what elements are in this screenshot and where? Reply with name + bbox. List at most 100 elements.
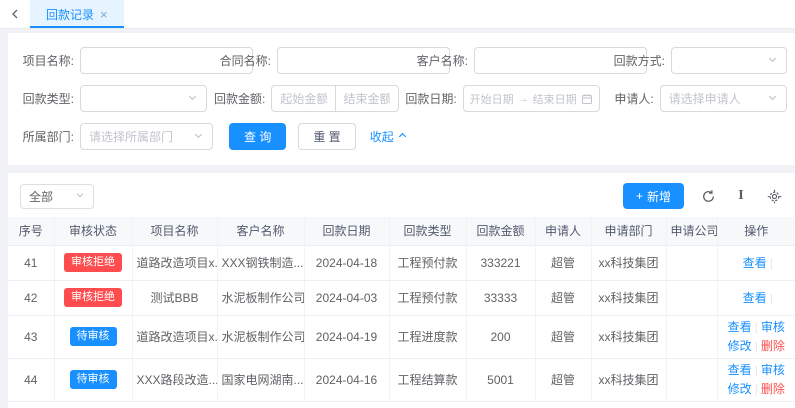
- cell-company: [666, 315, 718, 359]
- column-settings-gear-icon[interactable]: [765, 187, 783, 205]
- cell-status: 审核拒绝: [54, 245, 133, 281]
- cell-company: [666, 280, 718, 316]
- payment-type-select[interactable]: [80, 85, 208, 112]
- collapse-label: 收起: [369, 130, 394, 144]
- view-link[interactable]: 查看: [728, 320, 752, 334]
- edit-link[interactable]: 修改: [728, 339, 752, 353]
- col-customer-name: 客户名称: [217, 217, 305, 246]
- plus-icon: +: [635, 189, 643, 203]
- cell-type: 工程预付款: [389, 280, 467, 316]
- cell-project: 测试BBB: [132, 280, 218, 316]
- table-row: 41 审核拒绝 道路改造项目x... XXX钢铁制造... 2024-04-18…: [8, 245, 795, 281]
- cell-applicant: 超管: [535, 358, 592, 402]
- view-link[interactable]: 查看: [743, 291, 767, 305]
- tab-payment-records[interactable]: 回款记录 ×: [30, 0, 124, 28]
- op-divider: |: [769, 291, 773, 305]
- toolbar-right: + 新增 I: [622, 183, 783, 209]
- cell-project: XXX路段改造...: [132, 358, 218, 402]
- refresh-icon[interactable]: [699, 187, 717, 205]
- cell-type: 工程结算款: [389, 358, 467, 402]
- date-range-picker[interactable]: 开始日期 → 结束日期: [462, 85, 600, 112]
- col-apply-department: 申请部门: [591, 217, 667, 246]
- chevron-down-icon: [187, 90, 198, 108]
- filter-payment-amount: 回款金额:: [207, 85, 399, 112]
- payment-type-label: 回款类型:: [22, 92, 74, 106]
- cell-department: xx科技集团: [591, 245, 667, 281]
- page-content: 项目名称: 合同名称: 客户名称: 回款方式: 回款类型: 回款金额: 起始金额…: [0, 29, 795, 408]
- filter-project-name: 项目名称:: [16, 47, 253, 74]
- department-select[interactable]: 请选择所属部门: [80, 123, 213, 150]
- cell-project: 道路改造项目x...: [132, 315, 218, 359]
- payment-method-select[interactable]: [671, 47, 787, 74]
- contract-name-label: 合同名称:: [219, 54, 271, 68]
- view-link[interactable]: 查看: [743, 256, 767, 270]
- audit-link[interactable]: 审核: [761, 363, 785, 377]
- cell-type: 工程预付款: [389, 245, 467, 281]
- cell-project: 道路改造项目x...: [132, 245, 218, 281]
- audit-link[interactable]: 审核: [761, 320, 785, 334]
- op-divider: |: [769, 256, 773, 270]
- delete-link[interactable]: 删除: [761, 339, 785, 353]
- close-icon[interactable]: ×: [100, 8, 108, 21]
- department-placeholder: 请选择所属部门: [89, 130, 174, 144]
- op-divider: |: [754, 381, 758, 396]
- density-icon[interactable]: I: [732, 187, 750, 205]
- app-window: 回款记录 × 项目名称: 合同名称: 客户名称: 回款方式: 回款类型: 回款金…: [0, 0, 795, 408]
- table-row: 43 待审核 道路改造项目x... 水泥板制作公司 2024-04-19 工程进…: [8, 315, 795, 359]
- cell-applicant: 超管: [535, 280, 592, 316]
- op-divider: |: [754, 319, 758, 334]
- cell-amount: 200: [466, 315, 536, 359]
- filter-row-3: 所属部门: 请选择所属部门 查 询 重 置 收起: [16, 123, 787, 150]
- filter-payment-method: 回款方式:: [607, 47, 787, 74]
- collapse-link[interactable]: 收起: [370, 123, 408, 150]
- cell-date: 2024-04-18: [304, 245, 390, 281]
- chevron-down-icon: [75, 187, 85, 205]
- filter-contract-name: 合同名称:: [213, 47, 450, 74]
- cell-amount: 33333: [466, 280, 536, 316]
- op-divider: |: [754, 338, 758, 353]
- cell-amount: 5001: [466, 358, 536, 402]
- payment-method-label: 回款方式:: [613, 54, 665, 68]
- cell-department: xx科技集团: [591, 280, 667, 316]
- cell-amount: 333221: [466, 245, 536, 281]
- cell-customer: XXX钢铁制造...: [217, 245, 305, 281]
- col-audit-status: 审核状态: [54, 217, 133, 246]
- cell-index: 44: [8, 358, 55, 402]
- cell-department: xx科技集团: [591, 315, 667, 359]
- cell-customer: 水泥板制作公司: [217, 280, 305, 316]
- col-apply-company: 申请公司: [666, 217, 718, 246]
- amount-range: [271, 85, 399, 112]
- cell-operations: 查看 |: [717, 280, 795, 316]
- cell-operations: 查看 | 审核 修改 | 删除: [717, 315, 795, 359]
- table-row: 44 待审核 XXX路段改造... 国家电网湖南... 2024-04-16 工…: [8, 358, 795, 402]
- col-payment-amount: 回款金额: [466, 217, 536, 246]
- search-button[interactable]: 查 询: [229, 123, 287, 150]
- reset-button[interactable]: 重 置: [298, 123, 356, 150]
- cell-company: [666, 245, 718, 281]
- edit-link[interactable]: 修改: [728, 382, 752, 396]
- view-link[interactable]: 查看: [728, 363, 752, 377]
- back-chevron-icon[interactable]: [0, 0, 30, 28]
- add-button[interactable]: + 新增: [622, 183, 684, 209]
- col-index: 序号: [8, 217, 55, 246]
- filter-department: 所属部门: 请选择所属部门: [16, 123, 213, 150]
- tab-label: 回款记录: [46, 7, 95, 22]
- cell-department: xx科技集团: [591, 358, 667, 402]
- applicant-select[interactable]: 请选择申请人: [659, 85, 787, 112]
- department-label: 所属部门:: [22, 130, 74, 144]
- filter-panel: 项目名称: 合同名称: 客户名称: 回款方式: 回款类型: 回款金额: 起始金额…: [8, 33, 795, 165]
- amount-end-input[interactable]: [334, 85, 399, 112]
- cell-index: 42: [8, 280, 55, 316]
- calendar-icon: [581, 93, 593, 105]
- scope-select[interactable]: 全部: [20, 183, 94, 209]
- col-project-name: 项目名称: [132, 217, 218, 246]
- table-header-row: 序号 审核状态 项目名称 客户名称 回款日期 回款类型 回款金额 申请人 申请部…: [8, 217, 795, 246]
- cell-operations: 查看 | 审核 修改 | 删除: [717, 358, 795, 402]
- amount-start-input[interactable]: [271, 85, 336, 112]
- date-start-placeholder: 开始日期: [469, 93, 514, 106]
- cell-customer: 水泥板制作公司: [217, 315, 305, 359]
- cell-applicant: 超管: [535, 315, 592, 359]
- chevron-down-icon: [767, 52, 778, 70]
- delete-link[interactable]: 删除: [761, 382, 785, 396]
- cell-type: 工程进度款: [389, 315, 467, 359]
